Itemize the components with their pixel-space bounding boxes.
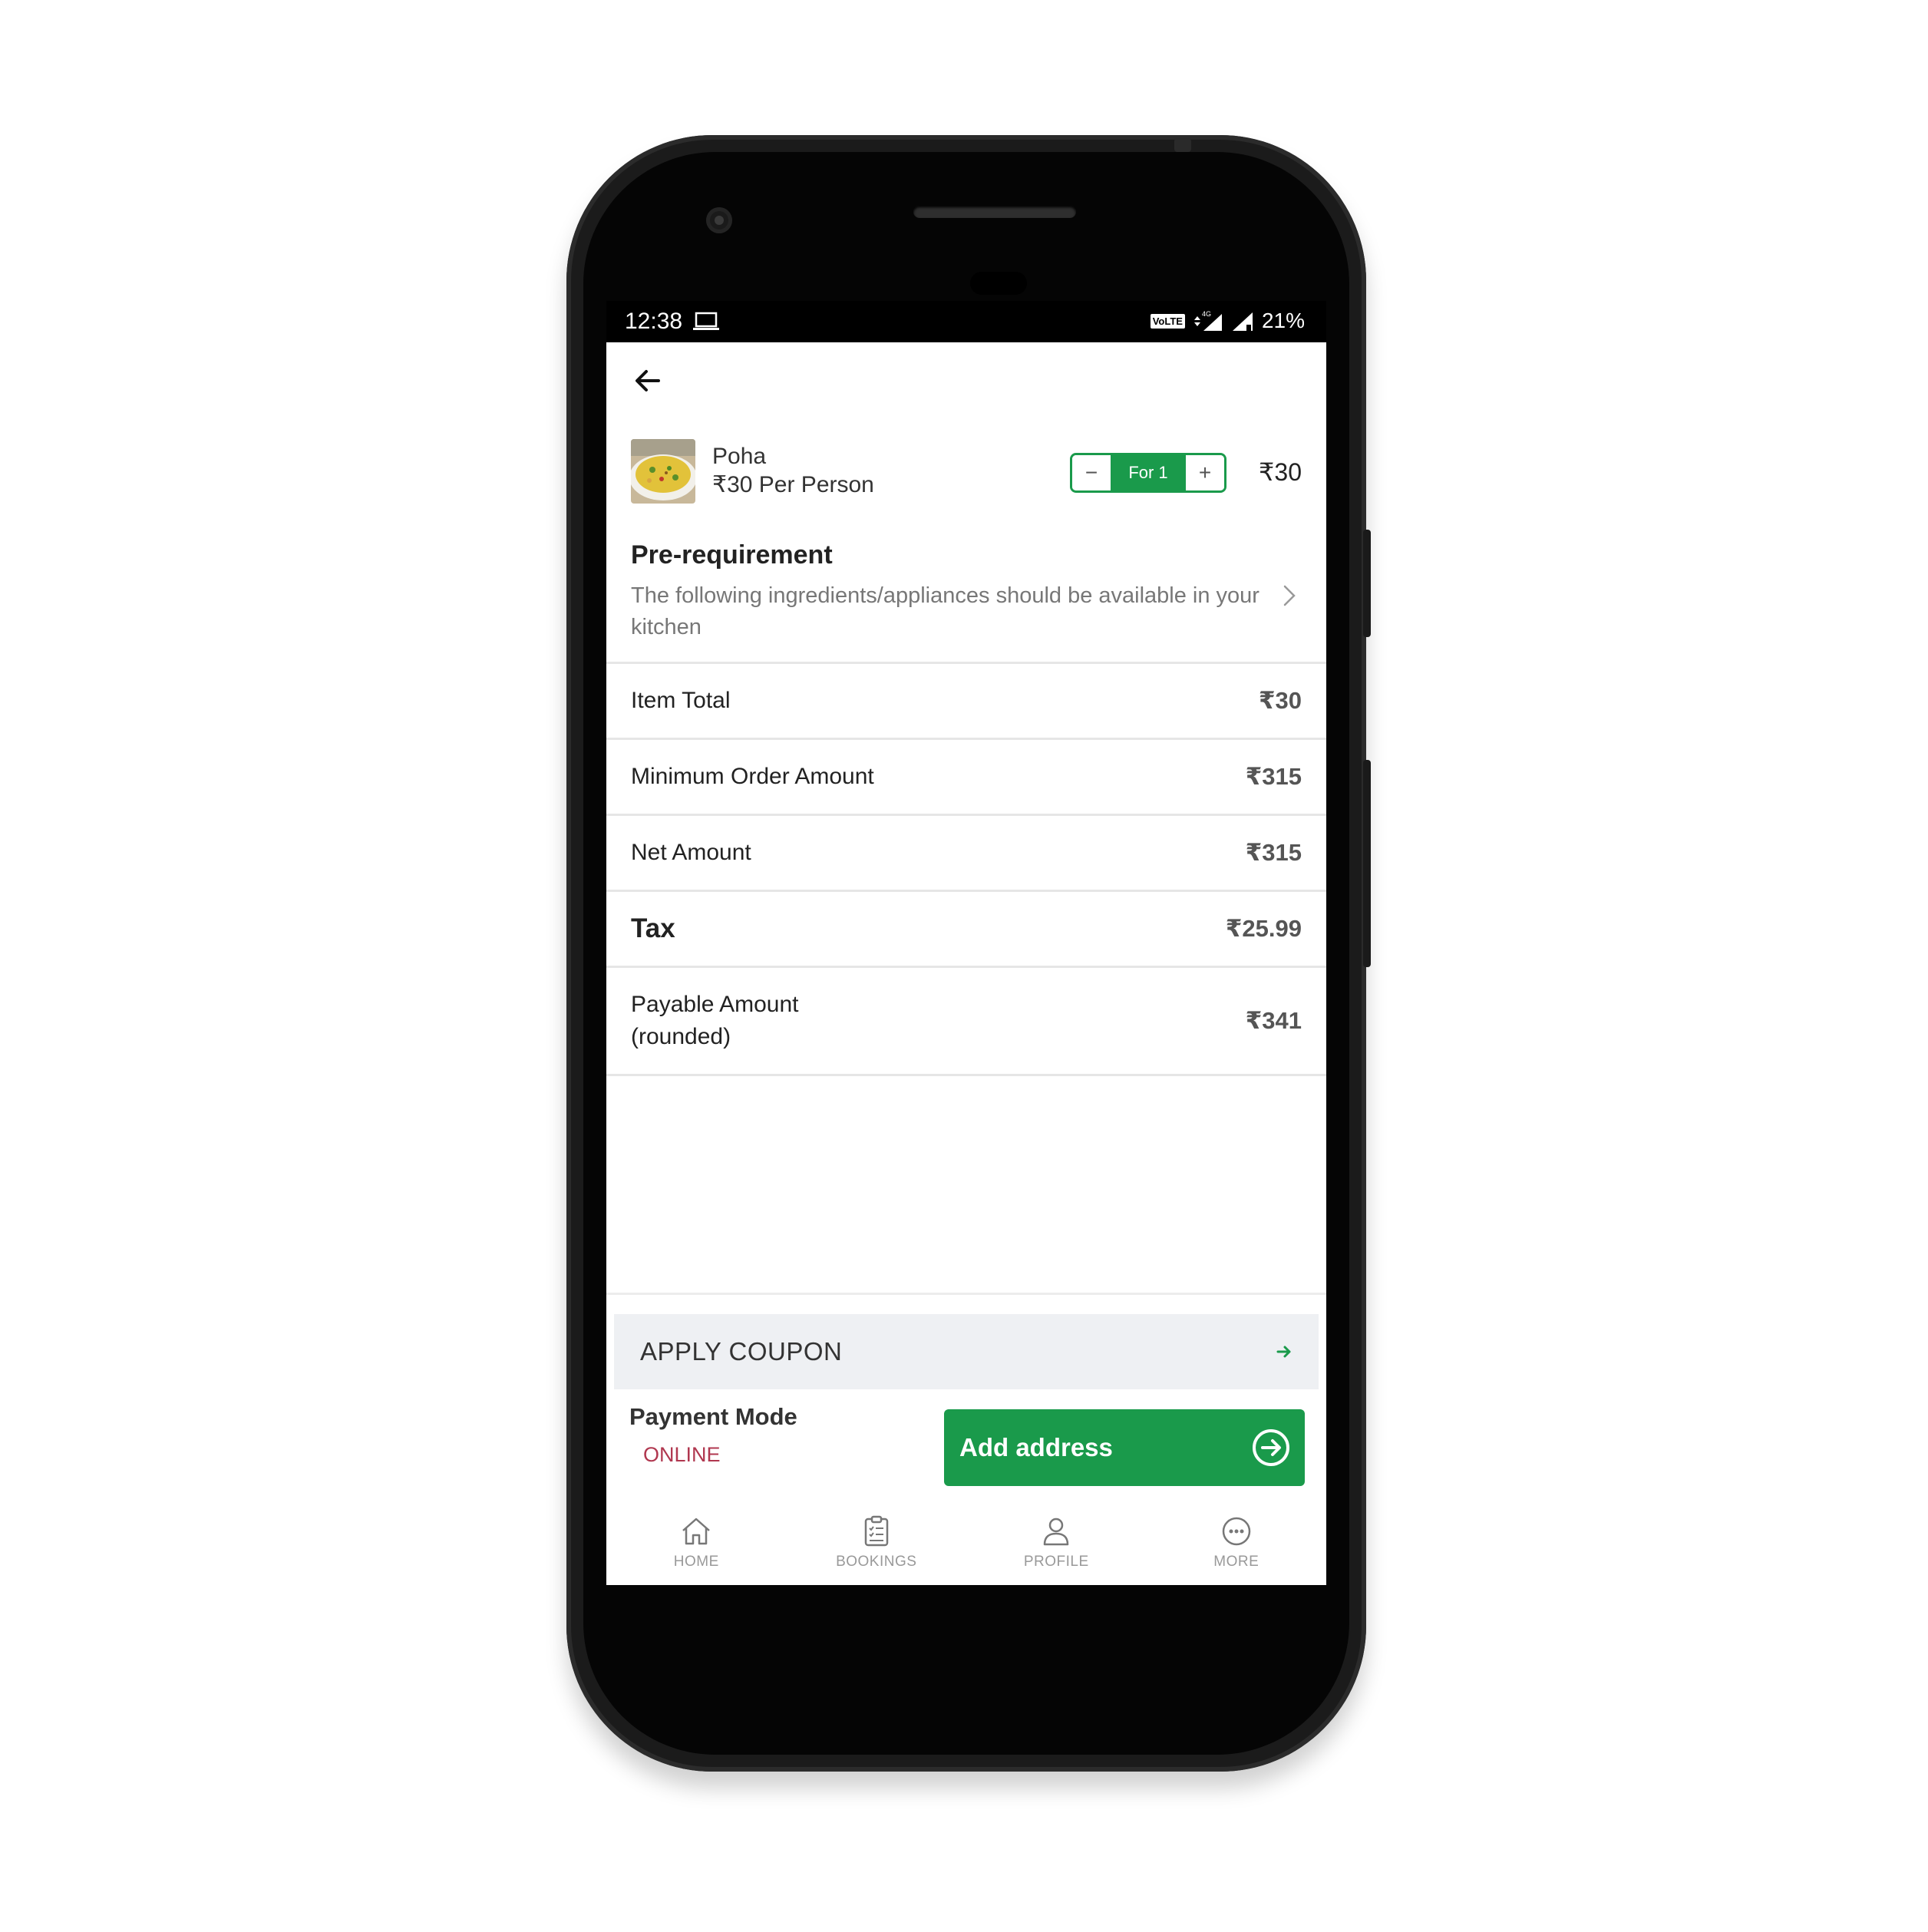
status-time: 12:38 bbox=[625, 309, 683, 334]
bill-label: Net Amount bbox=[631, 840, 751, 865]
item-price-per-person: ₹30 Per Person bbox=[712, 472, 874, 497]
volte-badge: VoLTE bbox=[1150, 313, 1185, 329]
arrow-circle-right-icon bbox=[1253, 1429, 1289, 1466]
top-notch-edge bbox=[1174, 138, 1191, 152]
nav-label: PROFILE bbox=[1023, 1554, 1089, 1570]
bill-row-payable-amount: Payable Amount (rounded) ₹341 bbox=[606, 968, 1326, 1076]
bill-row-net-amount: Net Amount ₹315 bbox=[606, 816, 1326, 892]
bill-label: Item Total bbox=[631, 688, 731, 713]
bill-details: Item Total ₹30 Minimum Order Amount ₹315… bbox=[606, 662, 1326, 1076]
chevron-right-icon[interactable] bbox=[1282, 582, 1299, 609]
nav-label: BOOKINGS bbox=[836, 1554, 917, 1570]
prerequirement-title: Pre-requirement bbox=[631, 540, 833, 570]
laptop-icon bbox=[693, 312, 719, 330]
signal-icon bbox=[1232, 312, 1253, 331]
volume-button bbox=[1363, 760, 1371, 967]
more-options-icon bbox=[1222, 1517, 1250, 1546]
clipboard-icon bbox=[864, 1515, 888, 1547]
nav-item-more[interactable]: MORE bbox=[1147, 1506, 1327, 1583]
quantity-stepper: − For 1 + bbox=[1070, 453, 1226, 493]
nav-label: MORE bbox=[1213, 1554, 1259, 1570]
payment-mode-value[interactable]: ONLINE bbox=[643, 1443, 721, 1467]
bill-label: Minimum Order Amount bbox=[631, 764, 874, 789]
poha-food-image bbox=[631, 439, 695, 504]
back-arrow-icon[interactable] bbox=[631, 364, 665, 398]
add-address-label: Add address bbox=[959, 1433, 1113, 1461]
apply-coupon-label: APPLY COUPON bbox=[640, 1337, 843, 1366]
bill-value: ₹30 bbox=[1258, 687, 1302, 714]
bill-value: ₹25.99 bbox=[1225, 915, 1302, 942]
nav-label: HOME bbox=[673, 1554, 719, 1570]
power-button bbox=[1363, 530, 1371, 637]
bill-label: Tax bbox=[631, 913, 675, 943]
bill-label: Payable Amount (rounded) bbox=[631, 992, 799, 1049]
network-type-label: 4G bbox=[1202, 310, 1211, 318]
add-address-button[interactable]: Add address bbox=[944, 1409, 1305, 1486]
apply-coupon-button[interactable]: APPLY COUPON bbox=[614, 1314, 1319, 1389]
battery-level: 21% bbox=[1261, 309, 1305, 332]
front-camera bbox=[706, 207, 732, 233]
status-indicators: VoLTE 4G 21% bbox=[1150, 309, 1305, 333]
arrow-right-icon bbox=[1276, 1346, 1291, 1358]
nav-item-home[interactable]: HOME bbox=[606, 1506, 787, 1583]
divider bbox=[606, 1293, 1326, 1295]
user-icon bbox=[1044, 1518, 1069, 1546]
bill-row-tax: Tax ₹25.99 bbox=[606, 892, 1326, 968]
bill-row-minimum-order: Minimum Order Amount ₹315 bbox=[606, 740, 1326, 816]
prerequirement-description[interactable]: The following ingredients/appliances sho… bbox=[631, 580, 1268, 643]
status-bar: 12:38 VoLTE 4G 21% bbox=[606, 301, 1326, 342]
bill-value: ₹315 bbox=[1245, 839, 1302, 866]
earpiece-speaker bbox=[913, 206, 1076, 218]
payment-mode-title: Payment Mode bbox=[629, 1403, 797, 1430]
quantity-label: For 1 bbox=[1111, 455, 1186, 490]
decrease-quantity-button[interactable]: − bbox=[1072, 455, 1111, 490]
nav-item-bookings[interactable]: BOOKINGS bbox=[787, 1506, 967, 1583]
bottom-navigation: HOME BOOKINGS PROFILE MORE bbox=[606, 1506, 1326, 1583]
increase-quantity-button[interactable]: + bbox=[1186, 455, 1224, 490]
proximity-sensor bbox=[970, 272, 1027, 295]
item-line-total: ₹30 bbox=[1259, 458, 1302, 486]
app-screen: 12:38 VoLTE 4G 21% Poha ₹30 Per Person −… bbox=[606, 301, 1326, 1585]
bill-row-item-total: Item Total ₹30 bbox=[606, 664, 1326, 740]
signal-4g-icon: 4G bbox=[1193, 310, 1222, 331]
item-name: Poha bbox=[712, 444, 767, 469]
bill-value: ₹315 bbox=[1245, 763, 1302, 790]
nav-item-profile[interactable]: PROFILE bbox=[966, 1506, 1147, 1583]
bill-value: ₹341 bbox=[1245, 1007, 1302, 1034]
home-icon bbox=[682, 1518, 711, 1545]
